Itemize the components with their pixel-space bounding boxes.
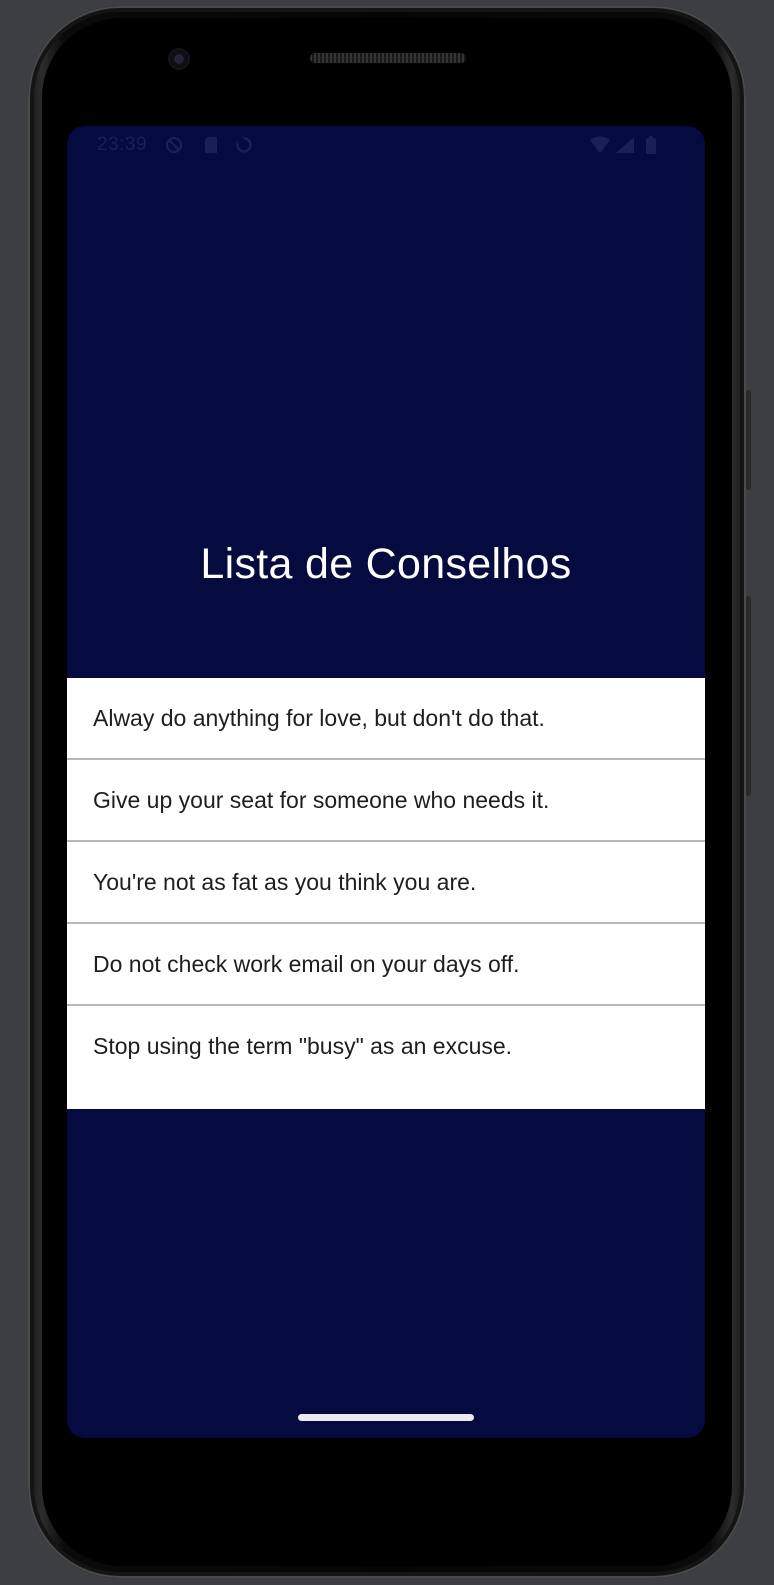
power-button — [746, 390, 751, 490]
advice-list[interactable]: Alway do anything for love, but don't do… — [67, 678, 705, 1109]
volume-button — [746, 596, 751, 796]
device-screen: 23:39 Lista de Conselhos Alway do anythi… — [67, 126, 705, 1438]
sync-icon — [235, 136, 253, 158]
status-bar: 23:39 — [67, 126, 705, 168]
advice-text: Give up your seat for someone who needs … — [93, 786, 550, 813]
status-time: 23:39 — [97, 134, 148, 155]
front-camera-icon — [170, 50, 188, 68]
page-title: Lista de Conselhos — [200, 540, 572, 588]
list-item[interactable]: You're not as fat as you think you are. — [67, 842, 705, 924]
signal-icon — [615, 136, 635, 158]
list-item[interactable]: Alway do anything for love, but don't do… — [67, 678, 705, 760]
home-gesture-bar[interactable] — [298, 1414, 474, 1421]
battery-icon — [645, 136, 657, 158]
earpiece-speaker — [310, 53, 466, 63]
list-item[interactable]: Give up your seat for someone who needs … — [67, 760, 705, 842]
advice-text: Stop using the term "busy" as an excuse. — [93, 1032, 513, 1059]
do-not-disturb-icon — [165, 136, 183, 158]
list-item[interactable]: Stop using the term "busy" as an excuse. — [67, 1006, 705, 1086]
advice-text: Alway do anything for love, but don't do… — [93, 704, 545, 731]
wifi-icon — [589, 136, 611, 158]
advice-text: You're not as fat as you think you are. — [93, 868, 477, 895]
emulator-frame: 23:39 Lista de Conselhos Alway do anythi… — [0, 0, 774, 1585]
list-item[interactable]: Do not check work email on your days off… — [67, 924, 705, 1006]
advice-text: Do not check work email on your days off… — [93, 950, 520, 977]
sd-card-icon — [203, 136, 219, 158]
